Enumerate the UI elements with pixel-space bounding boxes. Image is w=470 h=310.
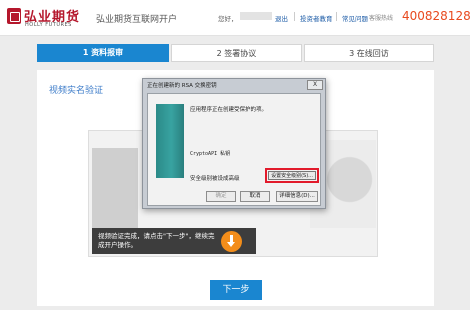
rsa-key-dialog: 正在创建新的 RSA 交换密钥 X 应用程序正在创建受保护的项。 CryptoA… <box>142 78 326 209</box>
hotline-number: 4008281288 <box>402 9 470 23</box>
divider <box>294 12 295 21</box>
welcome-text: 您好， <box>218 15 238 23</box>
investor-education-link[interactable]: 投资者教育 <box>300 13 333 23</box>
dialog-body: 应用程序正在创建受保护的项。 CryptoAPI 私钥 安全级别被设成高级 设置… <box>147 93 321 206</box>
next-button[interactable]: 下一步 <box>210 280 262 300</box>
dialog-message: 应用程序正在创建受保护的项。 <box>190 107 268 113</box>
top-header: 弘业期货 HOLLY FUTURES 弘业期货互联网开户 您好， 退出 投资者教… <box>0 0 470 36</box>
logo-text-en: HOLLY FUTURES <box>25 22 72 28</box>
dialog-banner-image <box>156 104 184 178</box>
step-sign-agreement[interactable]: 2 签署协议 <box>171 44 302 62</box>
step-online-return-visit[interactable]: 3 在线回访 <box>304 44 434 62</box>
step-materials-review[interactable]: 1 资料报审 <box>37 44 169 62</box>
close-icon[interactable]: X <box>307 80 323 90</box>
download-arrow-icon[interactable] <box>221 231 242 252</box>
video-preview-left <box>92 148 138 230</box>
username-redacted <box>240 12 272 20</box>
key-label: CryptoAPI 私钥 <box>190 151 231 157</box>
hotline-label: 客服热线 <box>369 15 394 22</box>
logout-link[interactable]: 退出 <box>275 13 288 23</box>
set-security-level-button[interactable]: 设置安全级别(S)... <box>268 171 316 180</box>
progress-steps: 1 资料报审 2 签署协议 3 在线回访 <box>37 44 434 62</box>
details-button[interactable]: 详细信息(D)... <box>276 191 318 202</box>
panel-title: 视频实名验证 <box>49 86 104 96</box>
ok-button[interactable]: 确定 <box>206 191 236 202</box>
video-tip-text: 视频验证完成，请点击"下一步"，继续完成开户操作。 <box>98 232 215 249</box>
logo-mark-icon <box>7 8 21 24</box>
security-level-text: 安全级别被设成高级 <box>190 176 240 182</box>
divider <box>336 12 337 21</box>
cancel-button[interactable]: 取消 <box>240 191 270 202</box>
dialog-title: 正在创建新的 RSA 交换密钥 <box>147 83 217 89</box>
highlight-frame: 设置安全级别(S)... <box>265 168 319 183</box>
faq-link[interactable]: 常见问题 <box>342 13 368 23</box>
site-title: 弘业期货互联网开户 <box>96 15 178 25</box>
